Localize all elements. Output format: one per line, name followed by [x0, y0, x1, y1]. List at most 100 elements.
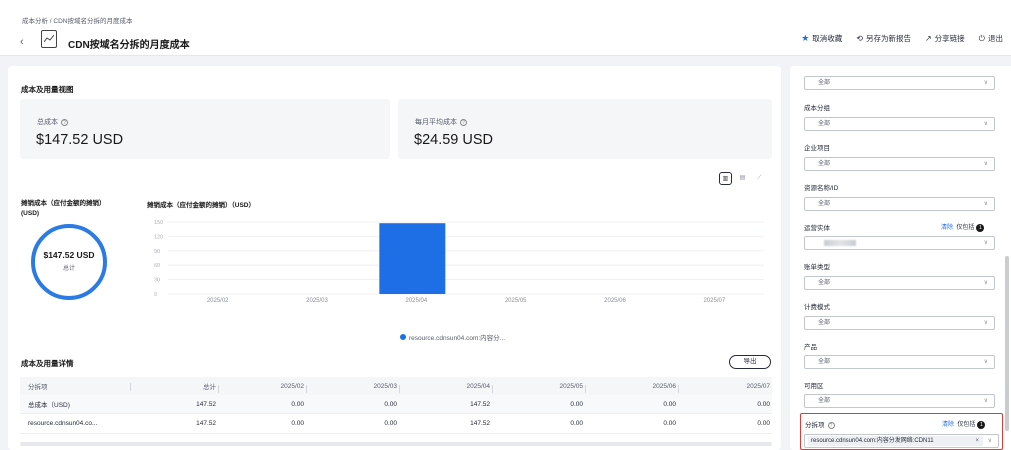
column-header[interactable]: 2025/03 [306, 383, 399, 393]
cost-group-label: 成本分组 [804, 105, 830, 112]
y-tick-label: 0 [154, 292, 157, 298]
split-clear-link[interactable]: 清除 [942, 422, 954, 428]
table-cell: 147.52 [196, 400, 216, 408]
x-tick-label: 2025/03 [306, 298, 328, 304]
line-chart-icon[interactable]: ⟋ [753, 172, 766, 185]
chevron-down-icon: ∨ [983, 201, 988, 207]
exit-button[interactable]: ⏻ 退出 [979, 33, 1003, 44]
chevron-down-icon: ∨ [983, 161, 988, 167]
split-count-badge: 1 [977, 421, 986, 429]
back-arrow-icon[interactable]: ‹ [20, 36, 32, 48]
unfavorite-button[interactable]: ★ 取消收藏 [801, 33, 842, 44]
close-icon[interactable]: × [975, 436, 979, 446]
chevron-down-icon: ∨ [983, 280, 988, 286]
table-cell: 0.00 [570, 400, 583, 408]
split-include-only[interactable]: 仅包括 [957, 422, 975, 428]
top-filter-select[interactable]: 全部 ∨ [804, 76, 995, 90]
details-table: 分拆项 总计 2025/02 2025/03 2025/04 2025/05 2025/06… [20, 377, 772, 434]
page-header: 成本分析 / CDN按域名分拆的月度成本 ‹ CDN按域名分拆的月度成本 ⌄ ★… [0, 0, 1011, 56]
chevron-down-icon: ∨ [983, 359, 988, 365]
bill-type-label: 账单类型 [804, 264, 830, 271]
table-cell: 0.00 [384, 420, 397, 427]
cost-group-select[interactable]: 全部 ∨ [804, 117, 995, 131]
bar-2025-04[interactable] [379, 223, 446, 294]
y-tick-label: 150 [154, 220, 163, 226]
filter-panel: 全部 ∨ 成本分组 全部 ∨ 企业项目 全部 ∨ 资源名称/ID 全部 ∨ 运营实体 清… [790, 66, 1011, 450]
table-cell: 0.00 [757, 400, 770, 408]
total-cost-card: 总成本? $147.52 USD [20, 99, 390, 159]
table-cell: 0.00 [570, 420, 583, 427]
table-cell: 0.00 [663, 420, 676, 427]
enterprise-project-label: 企业项目 [804, 145, 830, 152]
main-content: 成本及用量视图 总成本? $147.52 USD 每月平均成本? $24.59 … [8, 66, 781, 450]
chevron-down-icon[interactable]: ⌄ [184, 37, 191, 46]
column-header[interactable]: 2025/02 [218, 383, 306, 393]
chevron-down-icon: ∨ [983, 240, 988, 246]
total-cost-label: 总成本? [37, 117, 68, 127]
table-cell: 0.00 [757, 420, 770, 427]
product-label: 产品 [804, 344, 817, 351]
entity-clear-link[interactable]: 清除 [941, 225, 953, 231]
legend-label: resource.cdnsun04.com:内容分... [409, 335, 506, 342]
help-icon[interactable]: ? [460, 119, 467, 126]
billing-mode-select[interactable]: 全部 ∨ [804, 316, 995, 330]
breadcrumb[interactable]: 成本分析 / CDN按域名分拆的月度成本 [22, 15, 133, 25]
column-header[interactable]: 2025/04 [399, 383, 492, 393]
az-label: 可用区 [804, 383, 824, 390]
table-cell: 0.00 [663, 400, 676, 408]
help-icon[interactable]: ? [61, 119, 68, 126]
column-header[interactable]: 分拆项 [20, 381, 130, 391]
y-tick-label: 60 [154, 263, 160, 269]
save-as-label: 另存为新报告 [865, 34, 911, 43]
split-item-filter-highlight: 分拆项? 清除 仅包括 1 resource.cdnsun04.com:内容分发网… [800, 413, 1003, 450]
donut-chart: $147.52 USD 总计 [31, 224, 107, 300]
avg-cost-label: 每月平均成本? [415, 117, 467, 127]
split-actions: 清除 仅包括 1 [942, 419, 986, 429]
chevron-down-icon: ∨ [983, 80, 988, 86]
horizontal-scrollbar[interactable] [20, 442, 772, 446]
donut-title: 摊销成本（应付金额的摊销） (USD) [21, 200, 106, 217]
donut-sub: 总计 [62, 266, 75, 272]
page-title: CDN按域名分拆的月度成本 [68, 40, 190, 51]
x-tick-label: 2025/02 [207, 298, 229, 304]
billing-mode-label: 计费模式 [804, 304, 830, 311]
x-tick-label: 2025/07 [703, 298, 725, 304]
chevron-down-icon: ∨ [983, 320, 988, 326]
column-header[interactable]: 总计 [130, 381, 218, 391]
table-cell: 0.00 [291, 400, 304, 408]
stacked-chart-icon[interactable]: ▤ [736, 172, 749, 185]
save-as-report-button[interactable]: ⟲ 另存为新报告 [856, 33, 911, 44]
legend-dot [400, 334, 406, 340]
export-button[interactable]: 导出 [729, 355, 771, 369]
entity-select[interactable]: ∨ [804, 236, 995, 250]
column-header[interactable]: 2025/05 [492, 383, 585, 393]
overview-section-title: 成本及用量视图 [21, 85, 74, 94]
table-cell: 总成本（USD) [28, 402, 70, 409]
column-header[interactable]: 2025/07 [678, 383, 772, 393]
column-header[interactable]: 2025/06 [585, 383, 678, 393]
resource-select[interactable]: 全部 ∨ [804, 197, 995, 211]
x-tick-label: 2025/06 [604, 298, 626, 304]
product-select[interactable]: 全部 ∨ [804, 355, 995, 369]
total-cost-value: $147.52 USD [36, 132, 124, 148]
bill-type-select[interactable]: 全部 ∨ [804, 276, 995, 290]
help-icon[interactable]: ? [827, 422, 835, 429]
share-link-button[interactable]: ↗ 分享链接 [925, 33, 965, 44]
bar-chart-icon[interactable]: ▥ [719, 172, 732, 185]
table-cell: resource.cdnsun04.co... [28, 420, 98, 427]
chevron-down-icon: ∨ [987, 438, 992, 444]
entity-label: 运营实体 [804, 225, 830, 232]
entity-actions: 清除 仅包括 1 [941, 222, 985, 232]
x-tick-label: 2025/04 [405, 298, 427, 304]
donut-value: $147.52 USD [43, 250, 95, 260]
split-item-select[interactable]: resource.cdnsun04.com:内容分发网络:CDN11 × ∨ [804, 434, 999, 448]
enterprise-project-select[interactable]: 全部 ∨ [804, 157, 995, 171]
panel-scrollbar[interactable] [1005, 256, 1009, 431]
entity-count-badge: 1 [976, 224, 985, 232]
power-icon: ⏻ [978, 33, 985, 43]
chart-legend[interactable]: resource.cdnsun04.com:内容分... [400, 332, 505, 342]
entity-include-only[interactable]: 仅包括 [956, 225, 974, 231]
chart-type-toggle: ▥ ▤ ⟋ [719, 172, 766, 185]
az-select[interactable]: 全部 ∨ [804, 394, 995, 408]
split-tag: resource.cdnsun04.com:内容分发网络:CDN11 × [808, 436, 983, 446]
